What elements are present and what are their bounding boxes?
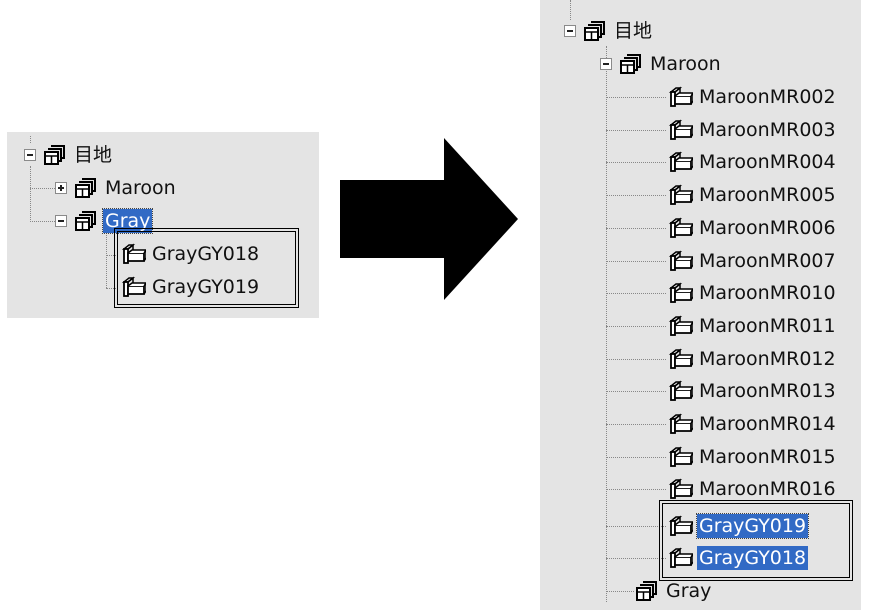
tree-leaf-label: MaroonMR006 [699, 217, 836, 239]
collapse-expander[interactable] [24, 149, 36, 161]
tree-node-label: Gray [666, 580, 712, 602]
tree-leaf-item[interactable]: MaroonMR015 [667, 443, 838, 471]
expand-expander[interactable] [55, 182, 67, 194]
tree-leaf-label: MaroonMR002 [699, 86, 836, 108]
tree-leaf-item[interactable]: MaroonMR011 [667, 312, 838, 340]
group-icon [73, 209, 99, 233]
part-icon [667, 150, 693, 174]
part-icon [667, 412, 693, 436]
tree-node-maroon[interactable]: Maroon [55, 174, 178, 202]
part-icon [667, 379, 693, 403]
group-icon [618, 52, 644, 76]
tree-leaf-label: MaroonMR007 [699, 250, 836, 272]
tree-leaf-label: MaroonMR011 [699, 315, 836, 337]
tree-leaf-label: MaroonMR010 [699, 282, 836, 304]
part-icon [667, 216, 693, 240]
part-icon [667, 85, 693, 109]
tree-leaf-label: MaroonMR005 [699, 184, 836, 206]
tree-node-root[interactable]: 目地 [24, 141, 114, 169]
part-icon [667, 314, 693, 338]
collapse-expander[interactable] [55, 215, 67, 227]
group-icon [634, 579, 660, 603]
tree-leaf-item[interactable]: MaroonMR010 [667, 279, 838, 307]
tree-leaf-label: MaroonMR003 [699, 119, 836, 141]
tree-node-label: Maroon [105, 177, 176, 199]
collapse-expander[interactable] [564, 25, 576, 37]
tree-leaf-item[interactable]: MaroonMR005 [667, 181, 838, 209]
tree-node-label: 目地 [74, 144, 113, 166]
group-icon [73, 176, 99, 200]
tree-leaf-item[interactable]: MaroonMR014 [667, 410, 838, 438]
tree-leaf-label: MaroonMR014 [699, 413, 836, 435]
tree-leaf-item[interactable]: MaroonMR012 [667, 345, 838, 373]
tree-leaf-item[interactable]: MaroonMR003 [667, 116, 838, 144]
tree-leaf-label: MaroonMR012 [699, 348, 836, 370]
group-icon [582, 19, 608, 43]
part-icon [667, 183, 693, 207]
part-icon [667, 118, 693, 142]
highlight-box-before [114, 228, 299, 308]
tree-leaf-item[interactable]: MaroonMR013 [667, 377, 838, 405]
collapse-expander[interactable] [600, 58, 612, 70]
tree-leaf-label: MaroonMR013 [699, 380, 836, 402]
tree-node-maroon[interactable]: Maroon [600, 50, 723, 78]
part-icon [667, 477, 693, 501]
right-arrow-icon [340, 138, 518, 300]
tree-leaf-item[interactable]: MaroonMR004 [667, 148, 838, 176]
tree-leaf-item[interactable]: MaroonMR006 [667, 214, 838, 242]
part-icon [667, 347, 693, 371]
tree-leaf-item[interactable]: MaroonMR002 [667, 83, 838, 111]
tree-leaf-label: MaroonMR004 [699, 151, 836, 173]
tree-node-gray[interactable]: Gray [634, 577, 713, 605]
part-icon [667, 281, 693, 305]
tree-leaf-label: MaroonMR015 [699, 446, 836, 468]
group-icon [42, 143, 68, 167]
tree-leaf-item[interactable]: MaroonMR007 [667, 247, 838, 275]
highlight-box-after [659, 500, 853, 581]
tree-node-label: 目地 [614, 20, 653, 42]
part-icon [667, 445, 693, 469]
tree-node-root[interactable]: 目地 [564, 17, 654, 45]
tree-leaf-item[interactable]: MaroonMR016 [667, 475, 838, 503]
tree-leaf-label: MaroonMR016 [699, 478, 836, 500]
tree-node-label: Maroon [650, 53, 721, 75]
part-icon [667, 249, 693, 273]
